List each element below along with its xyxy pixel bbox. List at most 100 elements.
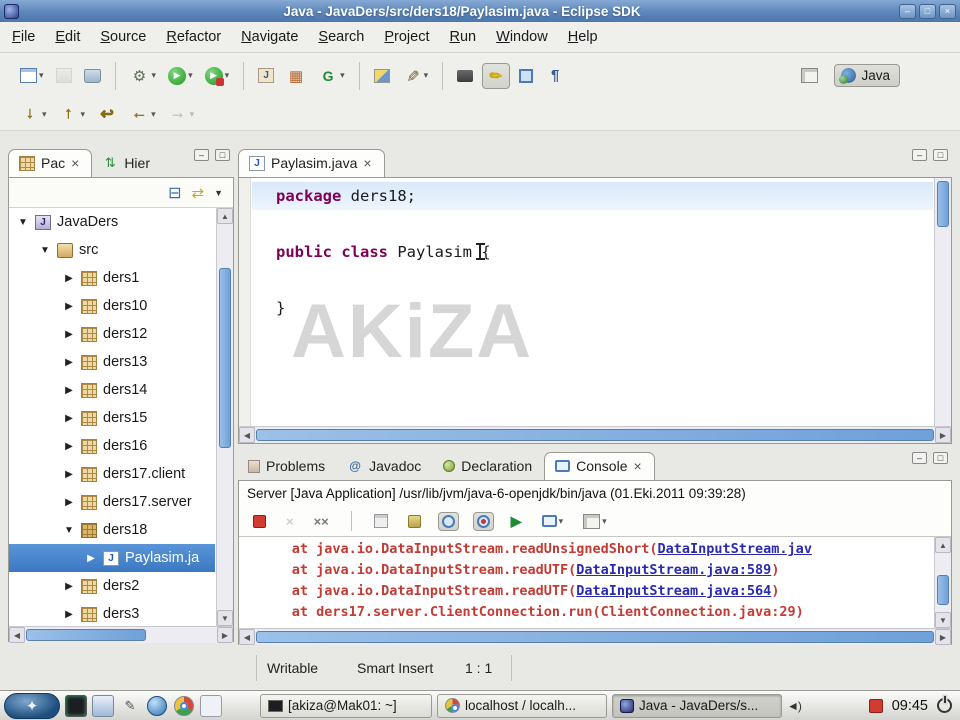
scroll-down-icon[interactable]: ▼: [217, 610, 233, 626]
console-scroll-thumb[interactable]: [937, 575, 949, 605]
chrome-launcher-icon[interactable]: [173, 695, 195, 717]
terminal-launcher-icon[interactable]: [65, 694, 87, 717]
scroll-left-icon[interactable]: ◀: [239, 427, 255, 443]
next-annotation-button[interactable]: ↓ ▾: [17, 102, 50, 126]
tree-item-ders18[interactable]: ▼ ders18: [9, 516, 233, 544]
console-output[interactable]: at java.io.DataInputStream.readUnsignedS…: [239, 537, 951, 645]
editor-scroll-thumb[interactable]: [937, 181, 949, 227]
scroll-right-icon[interactable]: ▶: [935, 629, 951, 645]
tab-close-icon[interactable]: ×: [71, 155, 79, 171]
mark-occurrences-button[interactable]: ✎: [482, 62, 511, 89]
scroll-left-icon[interactable]: ◀: [9, 627, 25, 643]
save-button[interactable]: [53, 66, 75, 85]
menu-edit[interactable]: Edit: [55, 29, 80, 45]
link-with-editor-icon[interactable]: ⇄: [192, 184, 205, 202]
scroll-left-icon[interactable]: ◀: [239, 629, 255, 645]
close-button[interactable]: ×: [939, 3, 956, 19]
last-edit-location-button[interactable]: ↩: [94, 102, 120, 126]
minimize-editor-button[interactable]: –: [912, 149, 927, 161]
titlebar[interactable]: Java - JavaDers/src/ders18/Paylasim.java…: [0, 0, 960, 22]
block-selection-button[interactable]: [516, 67, 536, 85]
maximize-console-button[interactable]: □: [933, 452, 948, 464]
show-stderr-button[interactable]: [472, 511, 494, 531]
tree-item-ders14[interactable]: ▶ ders14: [9, 376, 233, 404]
task-chrome[interactable]: localhost / localh...: [437, 693, 607, 718]
tab-javadoc[interactable]: @ Javadoc: [337, 453, 433, 480]
task-terminal[interactable]: [akiza@Mak01: ~]: [260, 693, 432, 718]
minimize-console-button[interactable]: –: [912, 452, 927, 464]
remove-launch-button[interactable]: ×: [283, 512, 297, 531]
menu-source[interactable]: Source: [100, 29, 146, 45]
tree-item-ders15[interactable]: ▶ ders15: [9, 404, 233, 432]
tab-type-hierarchy[interactable]: ⇅ Hier: [92, 150, 162, 177]
scroll-right-icon[interactable]: ▶: [217, 627, 233, 643]
task-eclipse[interactable]: Java - JavaDers/s...: [612, 693, 782, 718]
tree-item-ders17-server[interactable]: ▶ ders17.server: [9, 488, 233, 516]
show-stdout-button[interactable]: [437, 511, 459, 531]
clear-console-button[interactable]: [371, 512, 391, 530]
tree-item-ders3[interactable]: ▶ ders3: [9, 600, 233, 628]
tab-paylasim-java[interactable]: J Paylasim.java ×: [238, 149, 385, 177]
menu-navigate[interactable]: Navigate: [241, 29, 298, 45]
pin-console-button[interactable]: ▶: [508, 511, 525, 532]
code-editor[interactable]: package ders18; public class Paylasim { …: [238, 177, 952, 444]
new-java-project-button[interactable]: J: [255, 66, 277, 85]
view-menu-icon[interactable]: ▼: [214, 188, 223, 198]
tree-item-ders10[interactable]: ▶ ders10: [9, 292, 233, 320]
open-type-button[interactable]: [371, 67, 393, 85]
menu-file[interactable]: File: [12, 29, 35, 45]
tree-scroll-thumb[interactable]: [219, 268, 231, 448]
console-horizontal-scrollbar[interactable]: ◀ ▶: [239, 628, 951, 645]
tree-vertical-scrollbar[interactable]: ▲ ▼: [216, 208, 233, 626]
tree-item-ders13[interactable]: ▶ ders13: [9, 348, 233, 376]
editor-vertical-scrollbar[interactable]: [934, 178, 951, 426]
scroll-lock-button[interactable]: [405, 513, 424, 530]
volume-icon[interactable]: ◄): [787, 699, 802, 713]
console-vertical-scrollbar[interactable]: ▲ ▼: [934, 537, 951, 628]
menu-search[interactable]: Search: [318, 29, 364, 45]
open-console-button[interactable]: ▾: [580, 512, 610, 531]
new-class-button[interactable]: G ▾: [315, 64, 348, 88]
scroll-up-icon[interactable]: ▲: [217, 208, 233, 224]
tree-item-paylasim-java[interactable]: ▶ J Paylasim.ja: [9, 544, 215, 572]
minimize-button[interactable]: –: [899, 3, 916, 19]
tree-item-src[interactable]: ▼ src: [9, 236, 233, 264]
collapse-all-icon[interactable]: ⊟: [168, 183, 181, 203]
console-hscroll-thumb[interactable]: [256, 631, 934, 643]
recording-indicator-icon[interactable]: [868, 698, 883, 713]
display-console-button[interactable]: ▾: [539, 513, 567, 529]
scroll-down-icon[interactable]: ▼: [935, 612, 951, 628]
tab-problems[interactable]: Problems: [238, 453, 337, 480]
external-tools-button[interactable]: ▶ ▾: [202, 65, 233, 87]
show-whitespace-button[interactable]: ¶: [542, 64, 568, 88]
scroll-right-icon[interactable]: ▶: [935, 427, 951, 443]
terminate-button[interactable]: [250, 513, 269, 530]
tab-close-icon[interactable]: ×: [363, 155, 371, 171]
tree-item-ders16[interactable]: ▶ ders16: [9, 432, 233, 460]
file-manager-launcher-icon[interactable]: [92, 694, 114, 717]
stack-trace-link[interactable]: DataInputStream.jav: [658, 541, 812, 557]
tree-item-javaders[interactable]: ▼ J JavaDers: [9, 208, 233, 236]
open-perspective-button[interactable]: [798, 66, 821, 85]
menu-run[interactable]: Run: [450, 29, 477, 45]
start-menu-button[interactable]: ✦: [4, 692, 60, 719]
tree-horizontal-scrollbar[interactable]: ◀ ▶: [9, 626, 233, 643]
scroll-up-icon[interactable]: ▲: [935, 537, 951, 553]
menu-refactor[interactable]: Refactor: [166, 29, 221, 45]
tree-hscroll-thumb[interactable]: [26, 629, 146, 641]
run-button[interactable]: ▶ ▾: [165, 65, 196, 87]
maximize-button[interactable]: □: [919, 3, 936, 19]
stack-trace-link[interactable]: DataInputStream.java:564: [576, 583, 771, 599]
maximize-editor-button[interactable]: □: [933, 149, 948, 161]
forward-button[interactable]: → ▾: [165, 102, 198, 126]
tree-item-ders2[interactable]: ▶ ders2: [9, 572, 233, 600]
menu-project[interactable]: Project: [384, 29, 429, 45]
browser-launcher-icon[interactable]: [146, 695, 168, 717]
debug-button[interactable]: ⚙ ▾: [127, 64, 160, 88]
java-perspective-button[interactable]: Java: [834, 64, 900, 87]
toggle-breadcrumb-button[interactable]: [454, 68, 476, 84]
editor-launcher-icon[interactable]: ✎: [119, 695, 141, 717]
menu-help[interactable]: Help: [568, 29, 598, 45]
tree-item-ders1[interactable]: ▶ ders1: [9, 264, 233, 292]
tab-declaration[interactable]: Declaration: [433, 453, 544, 480]
